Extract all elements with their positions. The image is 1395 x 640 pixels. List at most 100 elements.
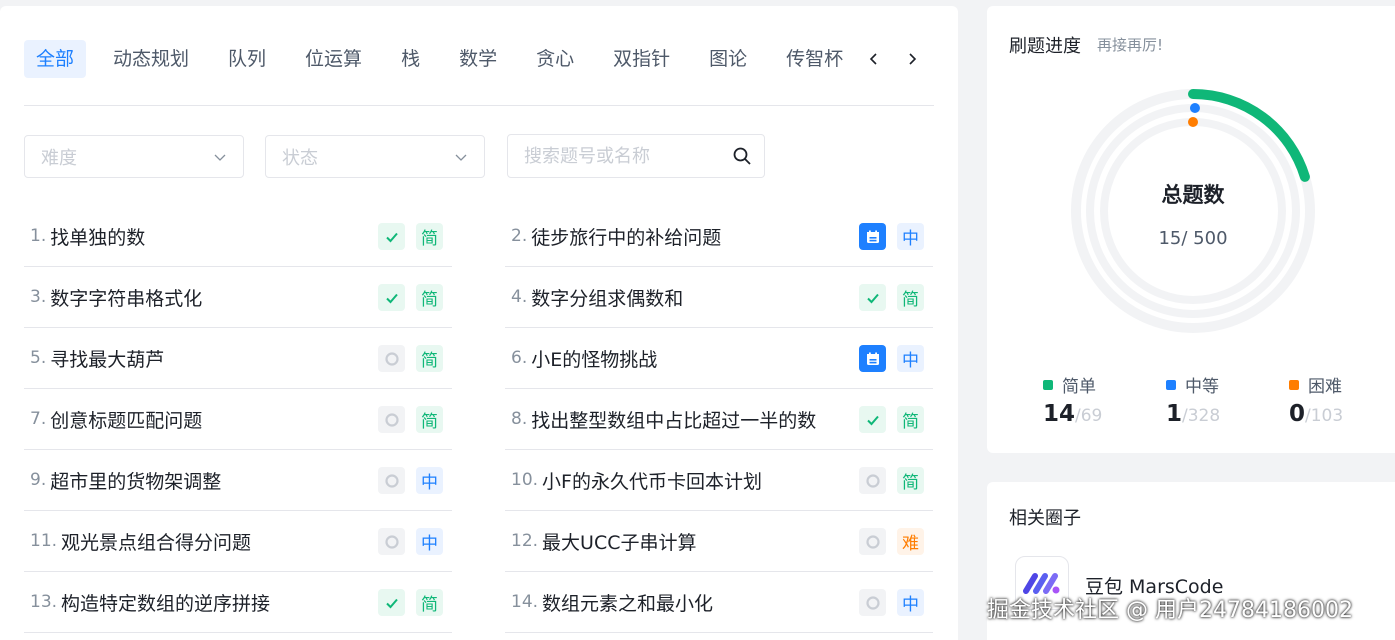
status-select[interactable]: 状态 bbox=[265, 135, 485, 178]
chevron-down-icon bbox=[214, 154, 226, 161]
problem-row[interactable]: 5. 寻找最大葫芦 简 bbox=[24, 328, 452, 389]
donut-track-middle bbox=[1086, 104, 1300, 318]
tab-5[interactable]: 数学 bbox=[447, 40, 509, 78]
difficulty-badge: 难 bbox=[897, 528, 924, 555]
difficulty-badge: 简 bbox=[897, 467, 924, 494]
problem-row[interactable]: 14. 数组元素之和最小化 中 bbox=[505, 572, 933, 633]
difficulty-badge: 简 bbox=[416, 345, 443, 372]
problem-title[interactable]: 超市里的货物架调整 bbox=[50, 467, 221, 494]
problem-row[interactable]: 10. 小F的永久代币卡回本计划 简 bbox=[505, 450, 933, 511]
tab-3[interactable]: 位运算 bbox=[293, 40, 374, 78]
problem-row[interactable]: 9. 超市里的货物架调整 中 bbox=[24, 450, 452, 511]
stat-label-row: 困难 bbox=[1289, 372, 1395, 397]
problem-title[interactable]: 找出整型数组中占比超过一半的数 bbox=[531, 406, 816, 433]
calendar-icon bbox=[866, 352, 879, 365]
difficulty-badge: 简 bbox=[897, 284, 924, 311]
stat-values: 0/103 bbox=[1289, 401, 1395, 427]
stat-2: 困难 0/103 bbox=[1289, 372, 1395, 427]
problem-title[interactable]: 构造特定数组的逆序拼接 bbox=[61, 589, 270, 616]
stat-label: 困难 bbox=[1308, 377, 1342, 397]
problem-title[interactable]: 找单独的数 bbox=[50, 223, 145, 250]
problem-title[interactable]: 徒步旅行中的补给问题 bbox=[531, 223, 721, 250]
progress-card: 刷题进度 再接再厉! 总题数 15/ 500 简单 14/69 中等 1/328 困难 0… bbox=[987, 6, 1395, 453]
problem-title[interactable]: 数字分组求偶数和 bbox=[531, 284, 683, 311]
tab-6[interactable]: 贪心 bbox=[524, 40, 586, 78]
circle-outline-icon bbox=[865, 595, 880, 610]
problem-row[interactable]: 7. 创意标题匹配问题 简 bbox=[24, 389, 452, 450]
difficulty-badge: 简 bbox=[416, 223, 443, 250]
donut-track-inner bbox=[1100, 118, 1286, 304]
tabs-prev-button[interactable] bbox=[860, 40, 888, 78]
problem-title[interactable]: 创意标题匹配问题 bbox=[50, 406, 202, 433]
search-box bbox=[507, 134, 765, 178]
donut-center-count: 15/ 500 bbox=[1158, 228, 1228, 249]
status-select-placeholder: 状态 bbox=[282, 147, 318, 169]
circle-outline-icon bbox=[865, 473, 880, 488]
problem-row[interactable]: 12. 最大UCC子串计算 难 bbox=[505, 511, 933, 572]
category-tabs: 全部 动态规划 队列 位运算栈数学 贪心 双指针 图论 传智杯 bbox=[24, 40, 870, 78]
problem-title[interactable]: 寻找最大葫芦 bbox=[50, 345, 164, 372]
problem-title[interactable]: 数组元素之和最小化 bbox=[542, 589, 713, 616]
stat-values: 1/328 bbox=[1166, 401, 1276, 427]
calendar-icon bbox=[866, 230, 879, 243]
problem-number: 10. bbox=[511, 470, 539, 490]
problem-title[interactable]: 小F的永久代币卡回本计划 bbox=[542, 467, 762, 494]
chevron-down-icon bbox=[455, 154, 467, 161]
status-unsolved bbox=[378, 345, 405, 372]
status-solved bbox=[378, 284, 405, 311]
stat-label: 简单 bbox=[1062, 377, 1096, 397]
stat-label-row: 中等 bbox=[1166, 372, 1276, 397]
search-icon[interactable] bbox=[732, 146, 752, 166]
status-solved bbox=[859, 406, 886, 433]
tab-1[interactable]: 动态规划 bbox=[101, 40, 201, 78]
problem-row[interactable]: 2. 徒步旅行中的补给问题 中 bbox=[505, 206, 933, 267]
tab-7[interactable]: 双指针 bbox=[601, 40, 682, 78]
stat-total: /103 bbox=[1305, 406, 1344, 426]
status-unsolved bbox=[859, 589, 886, 616]
difficulty-badge: 简 bbox=[416, 284, 443, 311]
circle-outline-icon bbox=[384, 412, 399, 427]
problem-list-panel: 全部动态规划队列位运算栈数学贪心双指针图论传智杯 难度 状态 1.找单独的数简2… bbox=[0, 6, 958, 640]
problem-title[interactable]: 小E的怪物挑战 bbox=[531, 345, 657, 372]
difficulty-badge: 简 bbox=[416, 406, 443, 433]
stat-total: /328 bbox=[1182, 406, 1221, 426]
problem-number: 1. bbox=[30, 226, 47, 246]
chevron-left-icon bbox=[869, 53, 877, 65]
tab-9[interactable]: 传智杯 bbox=[774, 40, 855, 78]
tab-4[interactable]: 栈 bbox=[389, 40, 432, 78]
problem-number: 6. bbox=[511, 348, 528, 368]
progress-subtitle: 再接再厉! bbox=[1097, 36, 1164, 54]
status-daily bbox=[859, 223, 886, 250]
check-icon bbox=[866, 293, 879, 303]
tab-8[interactable]: 图论 bbox=[697, 40, 759, 78]
problem-number: 11. bbox=[30, 531, 58, 551]
problem-row[interactable]: 3. 数字字符串格式化 简 bbox=[24, 267, 452, 328]
tab-2[interactable]: 队列 bbox=[216, 40, 278, 78]
problem-row[interactable]: 13. 构造特定数组的逆序拼接 简 bbox=[24, 572, 452, 633]
chevron-right-icon bbox=[909, 53, 917, 65]
status-unsolved bbox=[378, 528, 405, 555]
problem-row[interactable]: 1. 找单独的数 简 bbox=[24, 206, 452, 267]
status-solved bbox=[378, 589, 405, 616]
stat-values: 14/69 bbox=[1043, 401, 1153, 427]
problem-title[interactable]: 数字字符串格式化 bbox=[50, 284, 202, 311]
circle-outline-icon bbox=[384, 534, 399, 549]
difficulty-badge: 简 bbox=[897, 406, 924, 433]
problem-row[interactable]: 11. 观光景点组合得分问题 中 bbox=[24, 511, 452, 572]
tabs-next-button[interactable] bbox=[898, 40, 926, 78]
problem-number: 4. bbox=[511, 287, 528, 307]
problem-row[interactable]: 6. 小E的怪物挑战 中 bbox=[505, 328, 933, 389]
medium-progress-dot bbox=[1189, 103, 1200, 114]
difficulty-select[interactable]: 难度 bbox=[24, 135, 244, 178]
problem-title[interactable]: 最大UCC子串计算 bbox=[542, 528, 696, 555]
check-icon bbox=[385, 232, 398, 242]
problem-row[interactable]: 8. 找出整型数组中占比超过一半的数 简 bbox=[505, 389, 933, 450]
problem-number: 2. bbox=[511, 226, 528, 246]
problem-title[interactable]: 观光景点组合得分问题 bbox=[61, 528, 251, 555]
problem-row[interactable]: 4. 数字分组求偶数和 简 bbox=[505, 267, 933, 328]
circle-outline-icon bbox=[865, 534, 880, 549]
watermark: 掘金技术社区 @ 用户24784186002 bbox=[987, 598, 1353, 623]
search-input[interactable] bbox=[524, 145, 724, 167]
tab-0[interactable]: 全部 bbox=[24, 40, 87, 78]
status-unsolved bbox=[378, 406, 405, 433]
